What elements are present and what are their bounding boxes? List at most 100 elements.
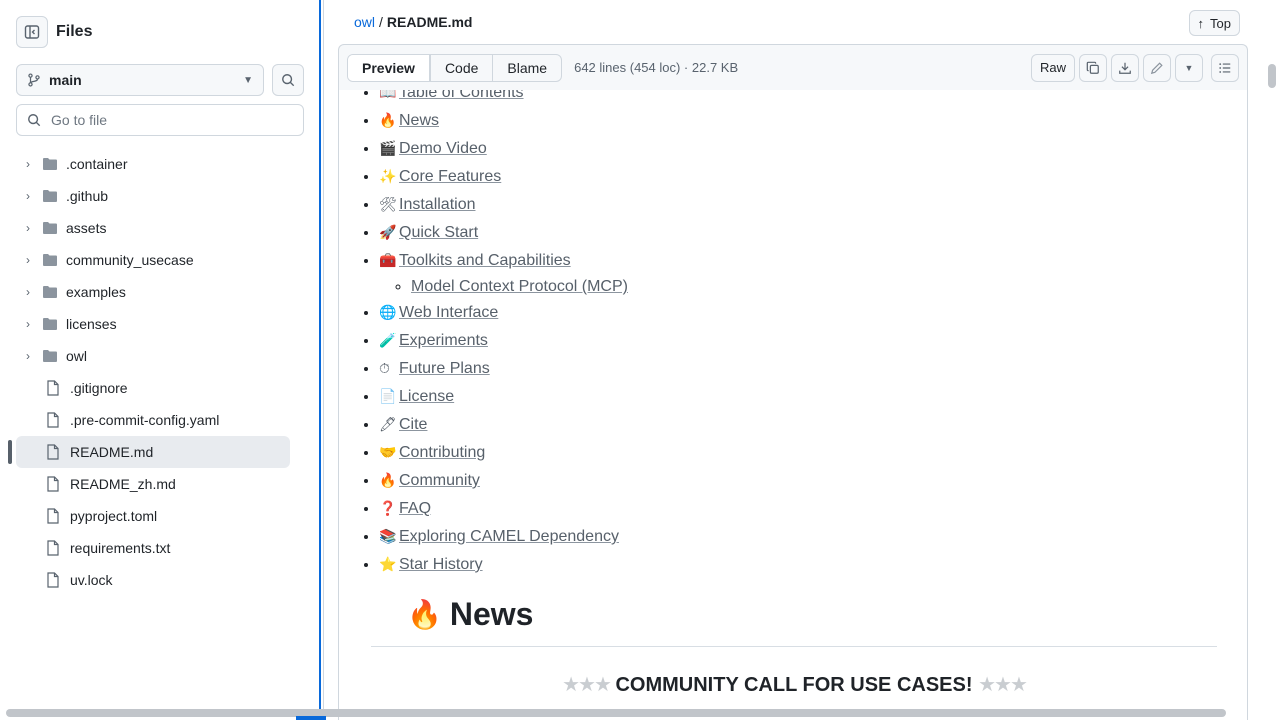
edit-button[interactable] — [1143, 53, 1171, 82]
toc-link-mcp[interactable]: Model Context Protocol (MCP) — [411, 278, 628, 295]
tab-code[interactable]: Code — [429, 54, 492, 81]
go-to-file-box — [16, 104, 304, 136]
toc-link-star-history[interactable]: ⭐ Star History — [379, 556, 483, 573]
tab-preview[interactable]: Preview — [348, 54, 430, 81]
view-mode-tabs: Preview Code Blame — [347, 53, 563, 82]
file-toolbar: Preview Code Blame 642 lines (454 loc) ·… — [338, 44, 1248, 90]
tree-item-requirements[interactable]: requirements.txt — [16, 532, 290, 564]
news-heading-text: News — [449, 596, 534, 632]
toc-link-table-of-contents[interactable]: 📖 Table of Contents — [379, 90, 524, 101]
tree-item-pre-commit-config[interactable]: .pre-commit-config.yaml — [16, 404, 290, 436]
news-heading: 🔥 News — [371, 596, 533, 633]
heading-anchor-link[interactable] — [371, 601, 399, 629]
toc-link-installation[interactable]: 🛠 Installation — [379, 196, 476, 213]
branch-selector[interactable]: main ▼ — [16, 64, 264, 96]
copy-icon — [1086, 61, 1099, 74]
tree-item-readme-zh[interactable]: README_zh.md — [16, 468, 290, 500]
toc-link-camel-dependency[interactable]: 📚 Exploring CAMEL Dependency — [379, 528, 619, 545]
tools-icon: 🛠 — [379, 196, 397, 212]
vertical-scrollbar[interactable] — [1268, 64, 1276, 88]
go-to-file-input[interactable] — [51, 112, 303, 128]
file-tree-sidebar: Files main ▼ › .container › .github › as… — [0, 0, 320, 720]
tree-item-licenses[interactable]: › licenses — [16, 308, 290, 340]
branch-row: main ▼ — [16, 64, 304, 96]
test-tube-icon: 🧪 — [379, 332, 397, 348]
toc-item: 🤝Contributing — [379, 438, 628, 466]
toc-link-contributing[interactable]: 🤝 Contributing — [379, 444, 485, 461]
folder-icon — [42, 316, 58, 332]
file-icon — [46, 412, 62, 428]
top-button[interactable]: ↑ Top — [1188, 10, 1240, 36]
chevron-right-icon: › — [26, 349, 30, 363]
toc-link-web-interface[interactable]: 🌐 Web Interface — [379, 304, 498, 321]
toc-item: 🔥Community — [379, 466, 628, 494]
toc-link-cite[interactable]: 🖊 Cite — [379, 416, 427, 433]
tree-item-community-usecase[interactable]: › community_usecase — [16, 244, 290, 276]
chevron-right-icon: › — [26, 221, 30, 235]
toc-item: 🎬Demo Video — [379, 134, 628, 162]
sidebar-resize-handle[interactable] — [319, 0, 321, 720]
toc-sublist: Model Context Protocol (MCP) — [411, 275, 628, 299]
handshake-icon: 🤝 — [379, 444, 397, 460]
chevron-right-icon: › — [26, 157, 30, 171]
search-files-button[interactable] — [272, 64, 304, 96]
toolbox-icon: 🧰 — [379, 252, 397, 268]
tree-item-readme[interactable]: README.md — [16, 436, 290, 468]
toc-link-license[interactable]: 📄 License — [379, 388, 454, 405]
toc-item: 🚀Quick Start — [379, 218, 628, 246]
file-icon — [46, 444, 62, 460]
stars-icon: ★★★ — [978, 674, 1028, 696]
raw-button[interactable]: Raw — [1030, 53, 1075, 82]
folder-icon — [42, 284, 58, 300]
tree-item-container[interactable]: › .container — [16, 148, 290, 180]
pencil-icon — [1150, 61, 1163, 74]
tree-item-github[interactable]: › .github — [16, 180, 290, 212]
chevron-right-icon: › — [26, 285, 30, 299]
toc-link-toolkits[interactable]: 🧰 Toolkits and Capabilities — [379, 252, 571, 269]
toc-link-news[interactable]: 🔥 News — [379, 112, 439, 129]
branch-name: main — [49, 72, 82, 88]
toc-link-future-plans[interactable]: ⏱ Future Plans — [379, 360, 490, 377]
toc-link-experiments[interactable]: 🧪 Experiments — [379, 332, 488, 349]
stopwatch-icon: ⏱ — [379, 360, 390, 376]
breadcrumb-repo-link[interactable]: owl — [354, 14, 375, 30]
toc-link-community[interactable]: 🔥 Community — [379, 472, 480, 489]
file-icon — [46, 540, 62, 556]
rocket-icon: 🚀 — [379, 224, 397, 240]
star-icon: ⭐ — [379, 556, 397, 572]
toc-link-demo-video[interactable]: 🎬 Demo Video — [379, 140, 487, 157]
horizontal-scrollbar[interactable] — [6, 709, 1226, 717]
tree-item-examples[interactable]: › examples — [16, 276, 290, 308]
toc-item: 🛠Installation — [379, 190, 628, 218]
tree-item-label: .github — [66, 188, 109, 204]
fire-icon: 🔥 — [407, 599, 442, 630]
tab-blame[interactable]: Blame — [492, 54, 561, 81]
folder-icon — [42, 188, 58, 204]
more-edit-options-button[interactable]: ▼ — [1175, 53, 1203, 82]
tree-item-gitignore[interactable]: .gitignore — [16, 372, 290, 404]
toc-link-quick-start[interactable]: 🚀 Quick Start — [379, 224, 478, 241]
sidebar-collapse-icon — [24, 25, 40, 39]
toc-subitem: Model Context Protocol (MCP) — [411, 275, 628, 299]
toc-link-core-features[interactable]: ✨ Core Features — [379, 168, 501, 185]
toc-item: 📖Table of Contents — [379, 90, 628, 106]
toc-link-faq[interactable]: ❓ FAQ — [379, 500, 431, 517]
sidebar-header: Files — [16, 16, 92, 48]
selection-indicator — [8, 440, 12, 464]
file-meta: 642 lines (454 loc) · 22.7 KB — [574, 60, 739, 75]
outline-button[interactable] — [1211, 53, 1239, 82]
tree-item-pyproject[interactable]: pyproject.toml — [16, 500, 290, 532]
download-button[interactable] — [1111, 53, 1139, 82]
toc-item: 🔥News — [379, 106, 628, 134]
folder-icon — [42, 220, 58, 236]
copy-button[interactable] — [1079, 53, 1107, 82]
search-icon — [282, 74, 295, 87]
collapse-sidebar-button[interactable] — [16, 16, 48, 48]
tree-item-assets[interactable]: › assets — [16, 212, 290, 244]
tree-item-uv-lock[interactable]: uv.lock — [16, 564, 290, 596]
markdown-preview: 📖Table of Contents 🔥News 🎬Demo Video ✨Co… — [338, 90, 1248, 720]
tree-item-label: .gitignore — [70, 380, 128, 396]
download-icon — [1119, 62, 1131, 74]
tree-item-label: uv.lock — [70, 572, 113, 588]
tree-item-owl[interactable]: › owl — [16, 340, 290, 372]
